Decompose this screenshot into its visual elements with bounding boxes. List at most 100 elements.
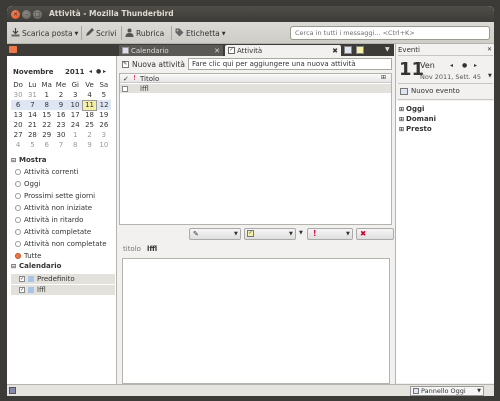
radio-icon[interactable] — [15, 181, 21, 187]
address-book-button[interactable]: Rubrica — [125, 28, 164, 39]
chevron-down-icon[interactable]: ▼ — [75, 31, 79, 37]
calendar-day[interactable]: 5 — [25, 140, 39, 150]
filter-option[interactable]: Prossimi sette giorni — [15, 190, 107, 202]
calendar-list-item[interactable]: ✓ lffl — [11, 285, 115, 295]
calendar-day[interactable]: 16 — [54, 110, 68, 120]
quick-add-task-input[interactable]: Fare clic qui per aggiungere una nuova a… — [188, 58, 392, 70]
category-button[interactable]: ✎ ▼ — [189, 228, 241, 240]
radio-icon[interactable] — [15, 205, 21, 211]
calendar-day[interactable]: 9 — [82, 140, 96, 150]
calendar-day[interactable]: 1 — [68, 130, 82, 140]
task-description-box[interactable] — [122, 258, 390, 384]
next-month-icon[interactable]: ▸ — [103, 68, 106, 75]
calendar-day[interactable]: 10 — [97, 140, 111, 150]
calendar-day[interactable]: 7 — [25, 100, 40, 110]
calendar-day[interactable]: 23 — [54, 120, 68, 130]
priority-button[interactable]: ! ▼ — [307, 228, 353, 240]
calendar-day[interactable]: 30 — [11, 90, 25, 100]
calendars-section-header[interactable]: ⊟ Calendario — [11, 262, 61, 270]
agenda-group[interactable]: ⊞ Presto — [399, 124, 436, 134]
radio-icon[interactable] — [15, 217, 21, 223]
completed-column-icon[interactable]: ✓ — [123, 75, 129, 83]
calendar-list-item[interactable]: ✓ Predefinito — [11, 274, 115, 284]
calendar-day[interactable]: 21 — [25, 120, 39, 130]
checkbox-icon[interactable]: ✓ — [19, 276, 25, 282]
tag-button[interactable]: Etichetta ▼ — [175, 28, 226, 39]
calendar-day[interactable]: 6 — [40, 140, 54, 150]
expand-icon[interactable]: ⊞ — [399, 126, 404, 133]
calendar-day[interactable]: 24 — [68, 120, 82, 130]
folder-icon[interactable] — [9, 46, 17, 53]
prev-month-icon[interactable]: ◂ — [89, 68, 92, 75]
radio-icon[interactable] — [15, 253, 21, 259]
calendar-day[interactable]: 3 — [68, 90, 82, 100]
tab-calendar[interactable]: Calendario ✕ — [119, 45, 223, 56]
chevron-down-icon[interactable]: ▼ — [299, 230, 303, 236]
calendar-day[interactable]: 31 — [25, 90, 39, 100]
calendar-day[interactable]: 2 — [54, 90, 68, 100]
expand-icon[interactable]: ⊞ — [399, 106, 404, 113]
calendar-mode-icon[interactable] — [344, 46, 352, 54]
tab-tasks[interactable]: ✓ Attività ✖ — [225, 45, 341, 56]
calendar-day[interactable]: 22 — [40, 120, 54, 130]
calendar-day[interactable]: 13 — [11, 110, 25, 120]
tab-list-chevron-icon[interactable]: ▼ — [385, 46, 390, 53]
calendar-day[interactable]: 29 — [40, 130, 54, 140]
calendar-day[interactable]: 5 — [97, 90, 111, 100]
maximize-window-button[interactable]: □ — [33, 9, 42, 19]
calendar-day[interactable]: 25 — [82, 120, 96, 130]
calendar-day[interactable]: 26 — [97, 120, 111, 130]
agenda-group[interactable]: ⊞ Domani — [399, 114, 436, 124]
calendar-day[interactable]: 14 — [25, 110, 39, 120]
calendar-day[interactable]: 9 — [53, 100, 69, 110]
calendar-day[interactable]: 3 — [97, 130, 111, 140]
calendar-day[interactable]: 6 — [11, 100, 26, 110]
radio-icon[interactable] — [15, 193, 21, 199]
column-picker-icon[interactable]: ⊞ — [381, 74, 386, 81]
calendar-day[interactable]: 20 — [11, 120, 25, 130]
calendar-day[interactable]: 10 — [68, 100, 83, 110]
calendar-day[interactable]: 17 — [68, 110, 82, 120]
filter-option[interactable]: Attività correnti — [15, 166, 107, 178]
calendar-day[interactable]: 30 — [54, 130, 68, 140]
today-pane-toggle[interactable]: Pannello Oggi ▼ — [410, 386, 484, 396]
filter-option[interactable]: Tutte — [15, 250, 107, 262]
radio-icon[interactable] — [15, 229, 21, 235]
checkbox-icon[interactable]: ✓ — [19, 287, 25, 293]
calendar-day[interactable]: 12 — [96, 100, 111, 110]
minimize-window-button[interactable]: – — [22, 9, 31, 19]
mark-completed-button[interactable]: ✓ ▼ — [244, 228, 296, 240]
close-pane-icon[interactable]: ✕ — [487, 46, 492, 53]
calendar-day[interactable]: 2 — [82, 130, 96, 140]
calendar-day[interactable]: 7 — [54, 140, 68, 150]
filter-option[interactable]: Attività non completate — [15, 238, 107, 250]
task-checkbox[interactable] — [122, 85, 128, 92]
calendar-day[interactable]: 8 — [68, 140, 82, 150]
calendar-day[interactable]: 11 — [81, 99, 98, 111]
calendar-day[interactable]: 28 — [25, 130, 39, 140]
close-tab-icon[interactable]: ✕ — [214, 47, 220, 55]
radio-icon[interactable] — [15, 169, 21, 175]
filters-section-header[interactable]: ⊟ Mostra — [11, 156, 47, 164]
chevron-down-icon[interactable]: ▼ — [488, 73, 492, 79]
expand-icon[interactable]: ⊞ — [399, 116, 404, 123]
online-status-icon[interactable] — [9, 387, 16, 394]
get-mail-button[interactable]: Scarica posta ▼ — [11, 28, 78, 39]
agenda-group[interactable]: ⊞ Oggi — [399, 104, 436, 114]
calendar-day[interactable]: 27 — [11, 130, 25, 140]
calendar-day[interactable]: 1 — [40, 90, 54, 100]
filter-option[interactable]: Attività in ritardo — [15, 214, 107, 226]
next-day-icon[interactable]: ▸ — [474, 62, 477, 69]
today-dot-icon[interactable]: ● — [96, 68, 101, 75]
priority-column-icon[interactable]: ! — [133, 74, 136, 82]
calendar-day[interactable]: 18 — [82, 110, 96, 120]
calendar-day[interactable]: 15 — [40, 110, 54, 120]
radio-icon[interactable] — [15, 241, 21, 247]
prev-day-icon[interactable]: ◂ — [450, 62, 453, 69]
write-button[interactable]: Scrivi — [85, 28, 117, 39]
new-task-button[interactable]: ✎ Nuova attività — [122, 60, 185, 69]
calendar-day[interactable]: 8 — [39, 100, 54, 110]
new-event-button[interactable]: Nuovo evento — [400, 87, 460, 95]
task-row[interactable]: lffl — [120, 84, 391, 93]
filter-option[interactable]: Attività completate — [15, 226, 107, 238]
